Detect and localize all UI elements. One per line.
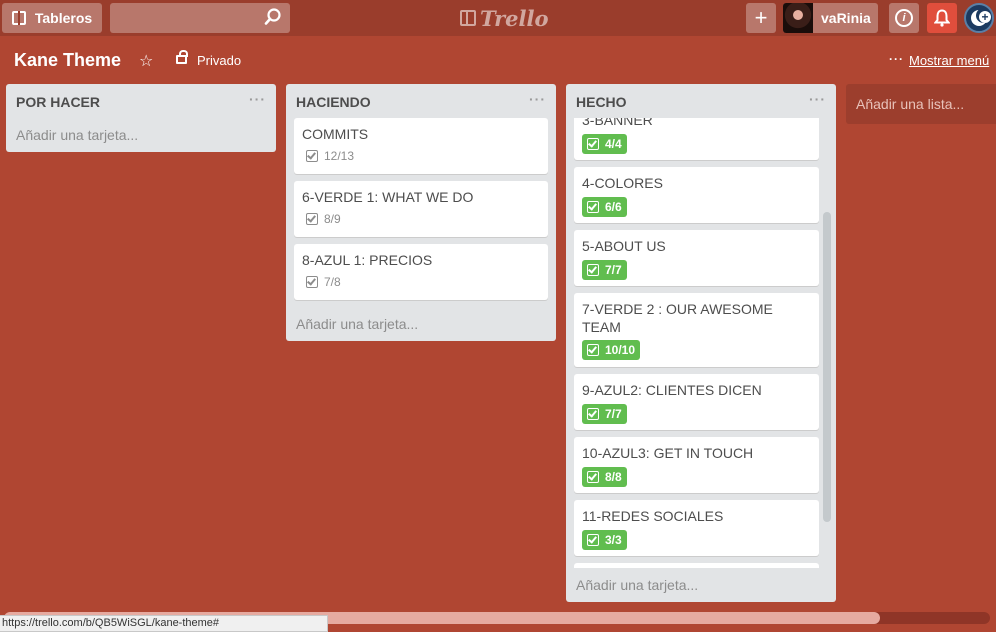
- card[interactable]: 11-REDES SOCIALES 3/3: [574, 500, 819, 556]
- card-scroll-area[interactable]: 3-BANNER 4/4 4-COLORES 6/6 5-ABOUT US 7/…: [566, 118, 836, 568]
- card-partial[interactable]: [574, 563, 819, 568]
- card-title: 5-ABOUT US: [582, 238, 666, 254]
- card[interactable]: COMMITS 12/13: [294, 118, 548, 174]
- user-name: vaRinia: [821, 10, 871, 26]
- checklist-icon: [587, 138, 599, 150]
- card[interactable]: 3-BANNER 4/4: [574, 118, 819, 160]
- list-scrollbar[interactable]: [823, 212, 831, 522]
- checklist-icon: [587, 408, 599, 420]
- night-mode-icon[interactable]: +: [964, 3, 994, 33]
- search-icon[interactable]: [264, 8, 282, 26]
- checklist-icon: [587, 534, 599, 546]
- boards-label: Tableros: [34, 10, 93, 26]
- list-hecho: HECHO ··· 3-BANNER 4/4 4-COLORES 6/6 5-A…: [566, 84, 836, 602]
- checklist-icon: [306, 276, 318, 288]
- checklist-badge: 7/7: [582, 260, 627, 280]
- boards-icon: [11, 11, 26, 25]
- list-title[interactable]: HACIENDO: [296, 94, 371, 110]
- info-icon: i: [895, 9, 913, 27]
- card[interactable]: 9-AZUL2: CLIENTES DICEN 7/7: [574, 374, 819, 430]
- card-title: 9-AZUL2: CLIENTES DICEN: [582, 382, 762, 398]
- card[interactable]: 5-ABOUT US 7/7: [574, 230, 819, 286]
- create-button[interactable]: +: [746, 3, 776, 33]
- star-icon[interactable]: ☆: [139, 51, 153, 71]
- card-title: 8-AZUL 1: PRECIOS: [302, 252, 433, 268]
- show-menu-link[interactable]: Mostrar menú: [909, 53, 989, 68]
- add-list-label: Añadir una lista...: [856, 96, 965, 112]
- checklist-badge: 3/3: [582, 530, 627, 550]
- boards-button[interactable]: Tableros: [2, 3, 102, 33]
- checklist-badge: 8/9: [306, 212, 341, 226]
- checklist-badge: 6/6: [582, 197, 627, 217]
- card-title: 10-AZUL3: GET IN TOUCH: [582, 445, 754, 461]
- checklist-badge: 12/13: [306, 149, 354, 163]
- bell-icon: [934, 9, 950, 27]
- info-button[interactable]: i: [889, 3, 919, 33]
- checklist-icon: [306, 150, 318, 162]
- card-title: 7-VERDE 2 : OUR AWESOME TEAM: [582, 301, 773, 335]
- checklist-badge: 4/4: [582, 134, 627, 154]
- card[interactable]: 6-VERDE 1: WHAT WE DO 8/9: [294, 181, 548, 237]
- checklist-icon: [587, 471, 599, 483]
- avatar: [783, 3, 813, 33]
- more-icon[interactable]: ···: [889, 52, 904, 66]
- list-title[interactable]: POR HACER: [16, 94, 100, 110]
- card-title: 6-VERDE 1: WHAT WE DO: [302, 189, 474, 205]
- checklist-icon: [587, 264, 599, 276]
- status-bar-url: https://trello.com/b/QB5WiSGL/kane-theme…: [0, 615, 328, 632]
- logo-text: Trello: [480, 5, 549, 31]
- user-menu-button[interactable]: vaRinia: [783, 3, 878, 33]
- add-card-link[interactable]: Añadir una tarjeta...: [296, 316, 418, 332]
- lock-icon[interactable]: [176, 50, 188, 64]
- list-menu-icon[interactable]: ···: [249, 91, 266, 107]
- card-title: 4-COLORES: [582, 175, 663, 191]
- list-por-hacer: POR HACER ··· Añadir una tarjeta...: [6, 84, 276, 152]
- checklist-icon: [587, 201, 599, 213]
- checklist-icon: [306, 213, 318, 225]
- visibility-label[interactable]: Privado: [197, 53, 241, 68]
- card-title: COMMITS: [302, 126, 369, 142]
- add-card-link[interactable]: Añadir una tarjeta...: [16, 127, 138, 143]
- checklist-badge: 7/7: [582, 404, 627, 424]
- plus-icon: +: [754, 5, 768, 30]
- list-menu-icon[interactable]: ···: [529, 91, 546, 107]
- search-input[interactable]: [110, 3, 290, 33]
- list-haciendo: HACIENDO ··· COMMITS 12/13 6-VERDE 1: WH…: [286, 84, 556, 341]
- trello-logo-icon: [460, 10, 476, 26]
- card[interactable]: 10-AZUL3: GET IN TOUCH 8/8: [574, 437, 819, 493]
- top-header: Tableros Trello + vaRinia i +: [0, 0, 996, 36]
- list-menu-icon[interactable]: ···: [809, 91, 826, 107]
- board-title[interactable]: Kane Theme: [14, 50, 121, 71]
- add-list-button[interactable]: Añadir una lista...: [846, 84, 996, 124]
- card[interactable]: 7-VERDE 2 : OUR AWESOME TEAM 10/10: [574, 293, 819, 367]
- add-card-link[interactable]: Añadir una tarjeta...: [576, 577, 698, 593]
- card-title: 11-REDES SOCIALES: [582, 508, 724, 524]
- trello-logo[interactable]: Trello: [460, 5, 549, 31]
- checklist-badge: 7/8: [306, 275, 341, 289]
- card[interactable]: 4-COLORES 6/6: [574, 167, 819, 223]
- card[interactable]: 8-AZUL 1: PRECIOS 7/8: [294, 244, 548, 300]
- list-title[interactable]: HECHO: [576, 94, 627, 110]
- checklist-badge: 8/8: [582, 467, 627, 487]
- card-title: 3-BANNER: [582, 118, 653, 128]
- checklist-badge: 10/10: [582, 340, 641, 360]
- checklist-icon: [587, 344, 599, 356]
- notifications-button[interactable]: [927, 3, 957, 33]
